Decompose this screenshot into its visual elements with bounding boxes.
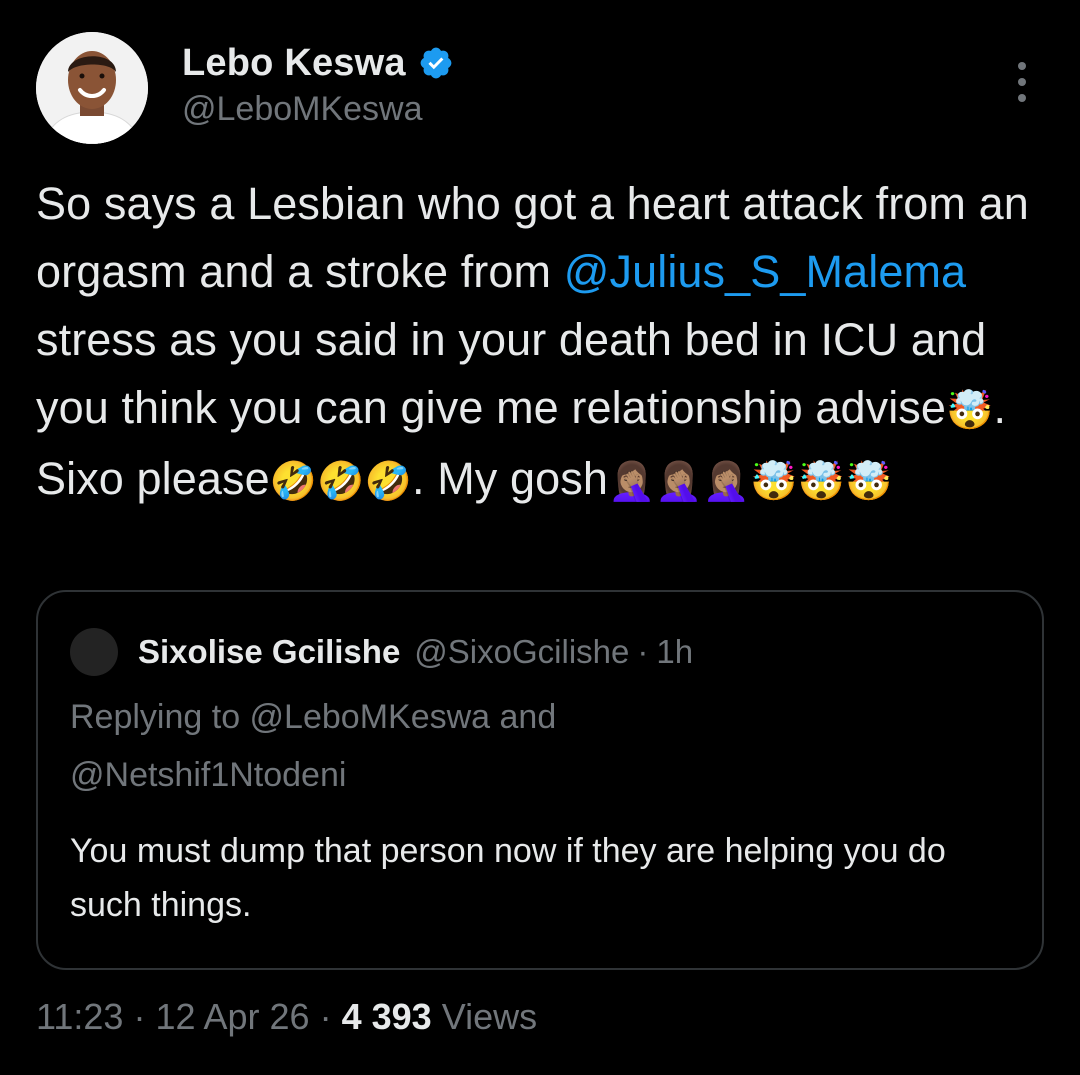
quoted-tweet-text: You must dump that person now if they ar…	[70, 832, 946, 924]
tweet-text: So says a Lesbian who got a heart attack…	[36, 170, 1056, 516]
author-handle[interactable]: @LeboMKeswa	[182, 90, 454, 129]
quoted-author-handle[interactable]: @SixoGcilishe	[414, 633, 629, 671]
mention-link[interactable]: @Julius_S_Malema	[564, 246, 966, 297]
quoted-tweet[interactable]: Sixolise Gcilishe @SixoGcilishe · 1h Rep…	[36, 590, 1044, 970]
author-avatar-image	[36, 32, 148, 144]
rofl-emoji-group: 🤣🤣🤣	[269, 461, 412, 503]
quoted-tweet-time[interactable]: 1h	[656, 633, 693, 671]
tweet-header: Lebo Keswa @LeboMKeswa	[36, 32, 1044, 144]
exploding-head-emoji: 🤯	[946, 390, 994, 432]
footer-separator-2: ·	[319, 996, 332, 1037]
tweet-text-part-4: . My gosh	[412, 453, 608, 504]
replying-to-line-1: Replying to @LeboMKeswa and	[70, 698, 557, 736]
tweet-time[interactable]: 11:23	[36, 996, 123, 1037]
tweet-date[interactable]: 12 Apr 26	[155, 996, 309, 1037]
views-count[interactable]: 4 393	[342, 996, 432, 1037]
author-names: Lebo Keswa @LeboMKeswa	[182, 38, 454, 129]
quoted-author-avatar[interactable]	[70, 628, 118, 676]
more-vertical-icon[interactable]	[1012, 58, 1032, 106]
facepalm-emoji-group: 🤦🏽‍♀️🤦🏽‍♀️🤦🏽‍♀️🤯🤯🤯	[607, 461, 893, 503]
author-display-name[interactable]: Lebo Keswa	[182, 42, 406, 85]
author-avatar[interactable]	[36, 32, 148, 144]
quoted-author-display-name[interactable]: Sixolise Gcilishe	[138, 633, 400, 671]
quoted-meta-separator: ·	[637, 633, 649, 670]
tweet-text-part-2: stress as you said in your death bed in …	[36, 314, 987, 433]
quoted-replying-to: Replying to @LeboMKeswa and @Netshif1Nto…	[70, 688, 970, 804]
verified-badge-icon	[420, 47, 452, 79]
tweet-footer: 11:23 · 12 Apr 26 · 4 393 Views	[36, 996, 537, 1038]
footer-separator-1: ·	[133, 996, 146, 1037]
quoted-tweet-header: Sixolise Gcilishe @SixoGcilishe · 1h	[70, 628, 693, 676]
display-name-row: Lebo Keswa	[182, 38, 454, 88]
replying-to-line-2: @Netshif1Ntodeni	[70, 756, 347, 794]
views-label[interactable]: Views	[442, 996, 537, 1037]
